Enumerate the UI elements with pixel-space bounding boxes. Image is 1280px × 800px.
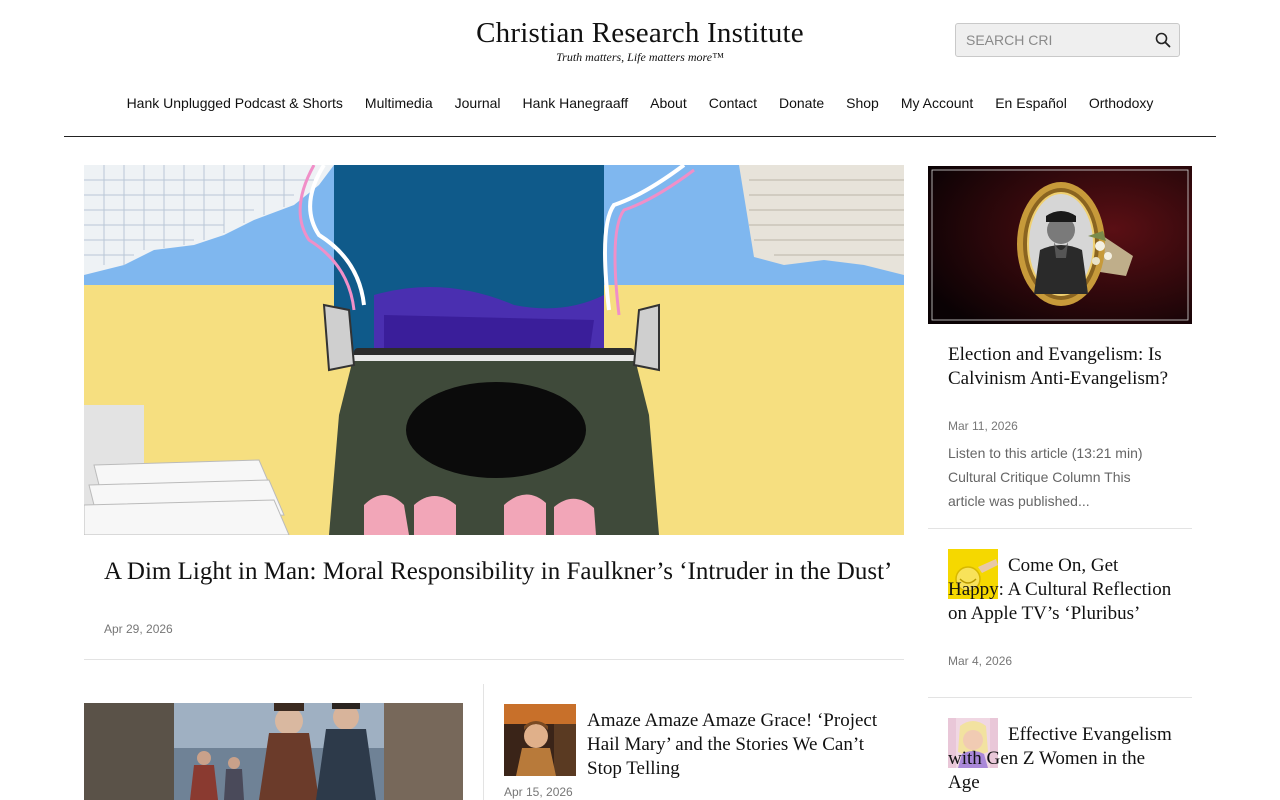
nav-item-contact[interactable]: Contact [698, 92, 768, 116]
sidebar-feature-date: Mar 11, 2026 [948, 419, 1018, 433]
nav-item-journal[interactable]: Journal [444, 92, 512, 116]
main-nav: Hank Unplugged Podcast & Shorts Multimed… [0, 92, 1280, 116]
site-logo[interactable]: Christian Research Institute Truth matte… [470, 16, 810, 64]
site-header: Christian Research Institute Truth matte… [0, 0, 1280, 80]
header-divider [64, 136, 1216, 137]
article-title[interactable]: Amaze Amaze Amaze Grace! ‘Project Hail M… [587, 709, 887, 781]
sidebar-divider [928, 697, 1192, 698]
nav-item-orthodoxy[interactable]: Orthodoxy [1078, 92, 1165, 116]
site-title: Christian Research Institute [476, 17, 804, 49]
sidebar-divider [928, 528, 1192, 529]
search-icon[interactable] [1155, 32, 1171, 48]
sidebar-feature-image[interactable] [928, 166, 1192, 324]
search-input[interactable] [956, 24, 1141, 56]
featured-divider [84, 659, 904, 660]
nav-item-shop[interactable]: Shop [835, 92, 890, 116]
sidebar-feature-title[interactable]: Election and Evangelism: Is Calvinism An… [948, 343, 1178, 391]
featured-image[interactable] [84, 165, 904, 535]
sidebar-item-title[interactable]: Effective Evangelism with Gen Z Women in… [948, 723, 1173, 795]
sidebar-item-title[interactable]: Come On, Get Happy: A Cultural Reflectio… [948, 554, 1173, 626]
article-date: Apr 15, 2026 [504, 785, 573, 799]
column-divider [483, 684, 484, 800]
nav-item-hank-hanegraaff[interactable]: Hank Hanegraaff [512, 92, 640, 116]
nav-item-my-account[interactable]: My Account [890, 92, 984, 116]
sidebar-item-date: Mar 4, 2026 [948, 654, 1013, 668]
featured-title[interactable]: A Dim Light in Man: Moral Responsibility… [104, 556, 894, 588]
nav-item-en-espanol[interactable]: En Español [984, 92, 1078, 116]
search-box [955, 23, 1180, 57]
nav-item-donate[interactable]: Donate [768, 92, 835, 116]
nav-item-about[interactable]: About [639, 92, 698, 116]
sidebar-feature-excerpt: Listen to this article (13:21 min) Cultu… [948, 445, 1143, 509]
featured-date: Apr 29, 2026 [104, 622, 173, 636]
article-thumbnail[interactable] [504, 704, 576, 776]
nav-item-hank-unplugged[interactable]: Hank Unplugged Podcast & Shorts [116, 92, 354, 116]
site-tagline: Truth matters, Life matters more™ [556, 50, 724, 64]
nav-item-multimedia[interactable]: Multimedia [354, 92, 444, 116]
article-image[interactable] [84, 703, 463, 800]
